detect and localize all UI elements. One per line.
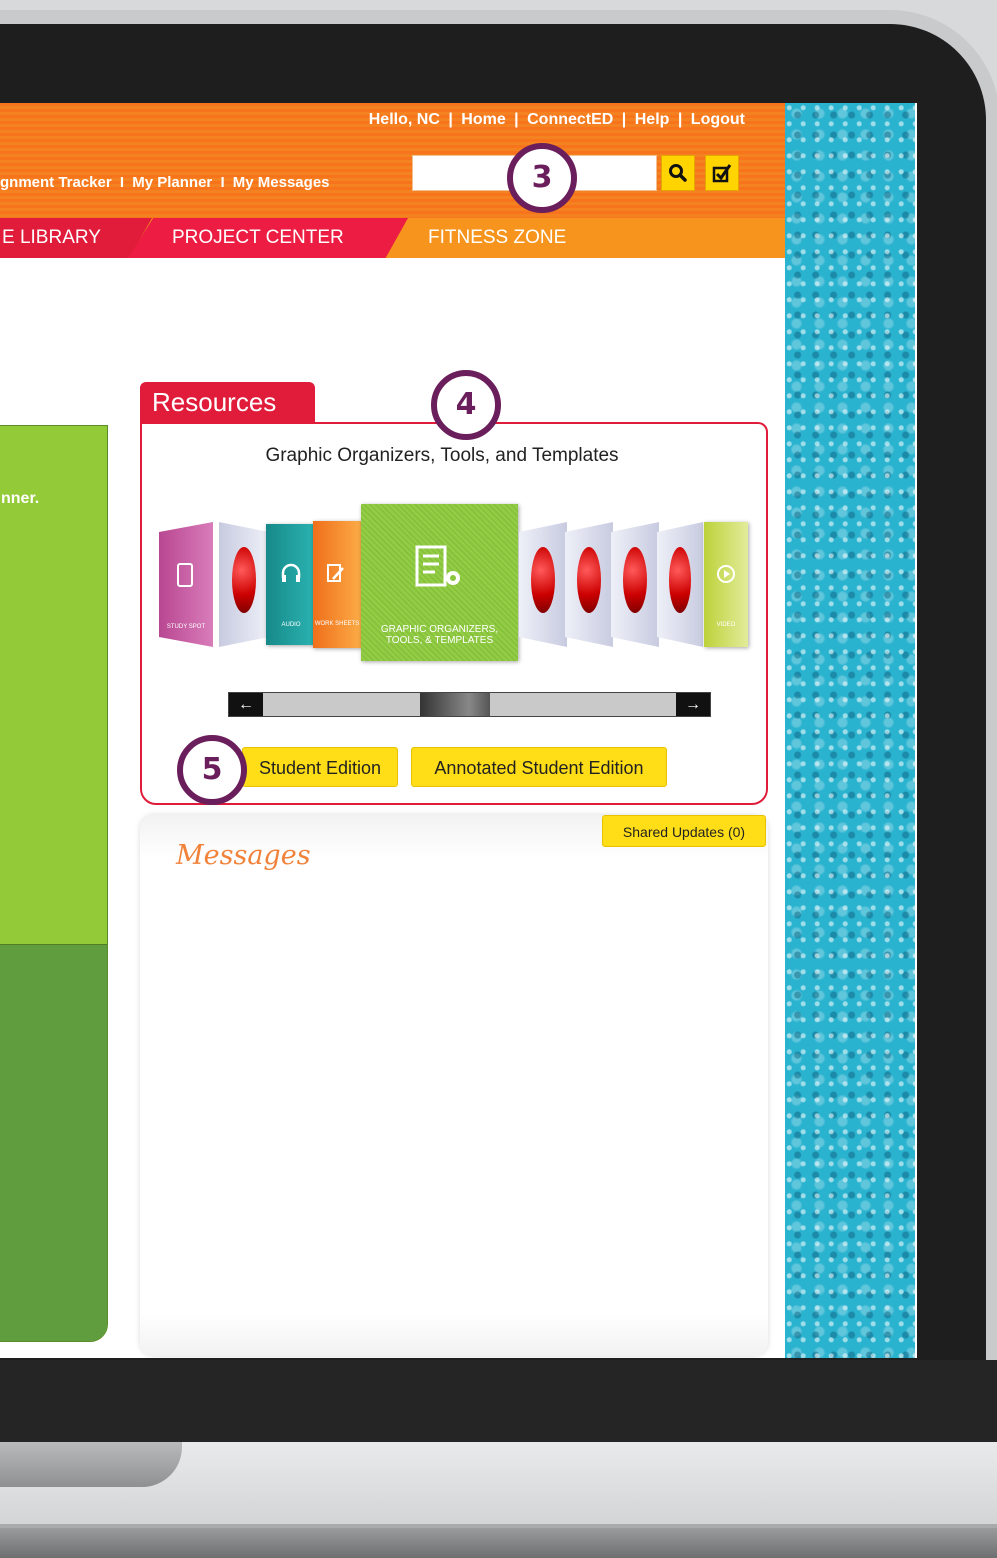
edit-icon xyxy=(327,564,344,582)
laptop-base-bottom xyxy=(0,1528,997,1558)
callout-badge: 3 xyxy=(507,143,577,213)
red-drop-icon xyxy=(669,547,691,613)
tab-fitness-zone[interactable]: FITNESS ZONE xyxy=(428,218,566,258)
resources-subtitle: Graphic Organizers, Tools, and Templates xyxy=(265,445,619,466)
carousel-item-red-drop[interactable] xyxy=(611,522,659,647)
search-button[interactable] xyxy=(661,155,695,191)
link-separator: | xyxy=(621,111,627,128)
red-drop-icon xyxy=(232,547,256,613)
green-panel-bottom xyxy=(0,945,107,1341)
carousel-scrollbar[interactable]: ← → xyxy=(228,692,711,717)
green-panel-text: nner. xyxy=(1,490,40,507)
my-planner-link[interactable]: My Planner xyxy=(132,174,212,191)
red-drop-icon xyxy=(623,547,647,613)
headphones-icon xyxy=(281,563,301,582)
scroll-thumb[interactable] xyxy=(420,693,490,716)
main-nav: E LIBRARY PROJECT CENTER FITNESS ZONE xyxy=(0,218,785,258)
laptop-base-notch xyxy=(0,1442,182,1487)
sub-links: gnment Tracker I My Planner I My Message… xyxy=(0,174,330,191)
search-icon xyxy=(669,164,687,182)
play-icon xyxy=(717,565,735,583)
carousel-item-red-drop[interactable] xyxy=(565,522,613,647)
logout-link[interactable]: Logout xyxy=(691,111,745,128)
scroll-right-button[interactable]: → xyxy=(676,693,710,716)
greeting-text: Hello, NC xyxy=(368,111,440,128)
assignment-tracker-link[interactable]: gnment Tracker xyxy=(0,174,112,191)
carousel-item-audio[interactable]: AUDIO xyxy=(266,524,316,645)
red-drop-icon xyxy=(577,547,601,613)
tab-library[interactable]: E LIBRARY xyxy=(0,218,152,258)
document-gear-icon xyxy=(415,545,460,587)
resource-carousel: STUDY SPOT AUDIO WORK SHEETS GRAPHIC ORG… xyxy=(159,504,754,664)
mobile-icon xyxy=(177,563,193,587)
messages-title: Messages xyxy=(176,840,311,871)
red-drop-icon xyxy=(531,547,555,613)
help-link[interactable]: Help xyxy=(635,111,670,128)
water-background xyxy=(785,103,915,1358)
link-separator: | xyxy=(514,111,519,128)
student-edition-button[interactable]: Student Edition xyxy=(242,747,398,787)
annotated-student-edition-button[interactable]: Annotated Student Edition xyxy=(411,747,667,787)
messages-panel: Messages Shared Updates (0) xyxy=(140,815,768,1356)
carousel-item-label: WORK SHEETS xyxy=(314,621,360,627)
resources-tab: Resources xyxy=(140,382,315,423)
carousel-item-video[interactable]: VIDEO xyxy=(704,522,748,647)
top-links: Hello, NC | Home | ConnectED | Help | Lo… xyxy=(369,111,745,129)
carousel-item-graphic-organizers[interactable]: GRAPHIC ORGANIZERS, TOOLS, & TEMPLATES xyxy=(361,504,518,661)
link-separator: | xyxy=(677,111,683,128)
link-separator: | xyxy=(448,111,453,128)
link-separator: I xyxy=(119,174,125,191)
site-header: Hello, NC | Home | ConnectED | Help | Lo… xyxy=(0,103,785,218)
laptop-bezel-bottom xyxy=(0,1360,997,1442)
carousel-item-red-drop[interactable] xyxy=(219,522,269,647)
carousel-item-study-spot[interactable]: STUDY SPOT xyxy=(159,522,213,647)
connected-link[interactable]: ConnectED xyxy=(527,111,613,128)
carousel-item-label: GRAPHIC ORGANIZERS, TOOLS, & TEMPLATES xyxy=(380,624,499,646)
carousel-item-red-drop[interactable] xyxy=(519,522,567,647)
laptop-screen: Hello, NC | Home | ConnectED | Help | Lo… xyxy=(0,103,917,1358)
assignment-check-button[interactable] xyxy=(705,155,739,191)
carousel-item-label: AUDIO xyxy=(281,622,301,628)
carousel-item-label: STUDY SPOT xyxy=(166,624,206,630)
carousel-item-label: VIDEO xyxy=(716,622,736,628)
tab-project-center[interactable]: PROJECT CENTER xyxy=(128,218,408,258)
green-panel-top: nner. xyxy=(0,426,107,945)
left-green-panel: nner. xyxy=(0,425,108,1342)
carousel-item-red-drop[interactable] xyxy=(657,522,703,647)
callout-badge: 4 xyxy=(431,370,501,440)
link-separator: I xyxy=(220,174,225,191)
home-link[interactable]: Home xyxy=(461,111,505,128)
checkbox-icon xyxy=(712,164,732,183)
carousel-item-worksheets[interactable]: WORK SHEETS xyxy=(313,521,361,648)
shared-updates-button[interactable]: Shared Updates (0) xyxy=(602,815,766,847)
callout-badge: 5 xyxy=(177,735,247,805)
my-messages-link[interactable]: My Messages xyxy=(233,174,330,191)
scroll-left-button[interactable]: ← xyxy=(229,693,263,716)
